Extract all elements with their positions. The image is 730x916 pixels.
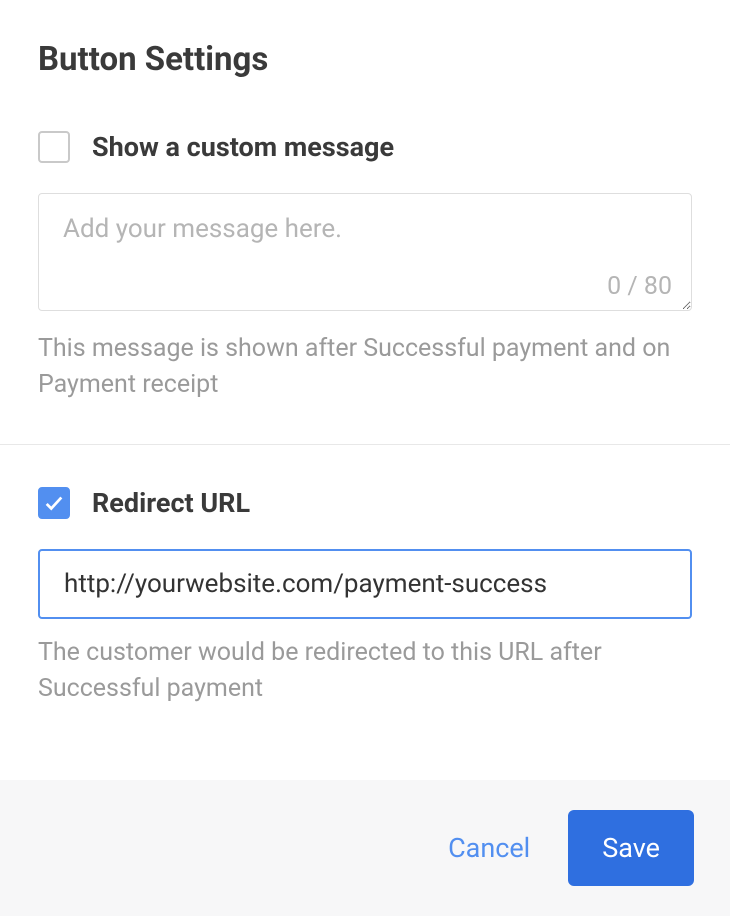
checkmark-icon <box>43 492 65 514</box>
custom-message-checkbox[interactable] <box>38 131 70 163</box>
cancel-button[interactable]: Cancel <box>442 822 536 874</box>
divider <box>0 444 730 445</box>
custom-message-input[interactable] <box>38 193 692 311</box>
redirect-url-checkbox[interactable] <box>38 487 70 519</box>
custom-message-helper: This message is shown after Successful p… <box>38 331 692 404</box>
custom-message-label: Show a custom message <box>92 131 394 163</box>
save-button[interactable]: Save <box>568 810 694 886</box>
footer: Cancel Save <box>0 780 730 916</box>
redirect-url-group: Redirect URL The customer would be redir… <box>38 487 692 708</box>
redirect-url-label: Redirect URL <box>92 487 250 519</box>
custom-message-group: Show a custom message 0 / 80 This messag… <box>38 131 692 404</box>
redirect-url-helper: The customer would be redirected to this… <box>38 635 692 708</box>
redirect-url-input[interactable] <box>38 549 692 619</box>
page-title: Button Settings <box>38 40 692 79</box>
